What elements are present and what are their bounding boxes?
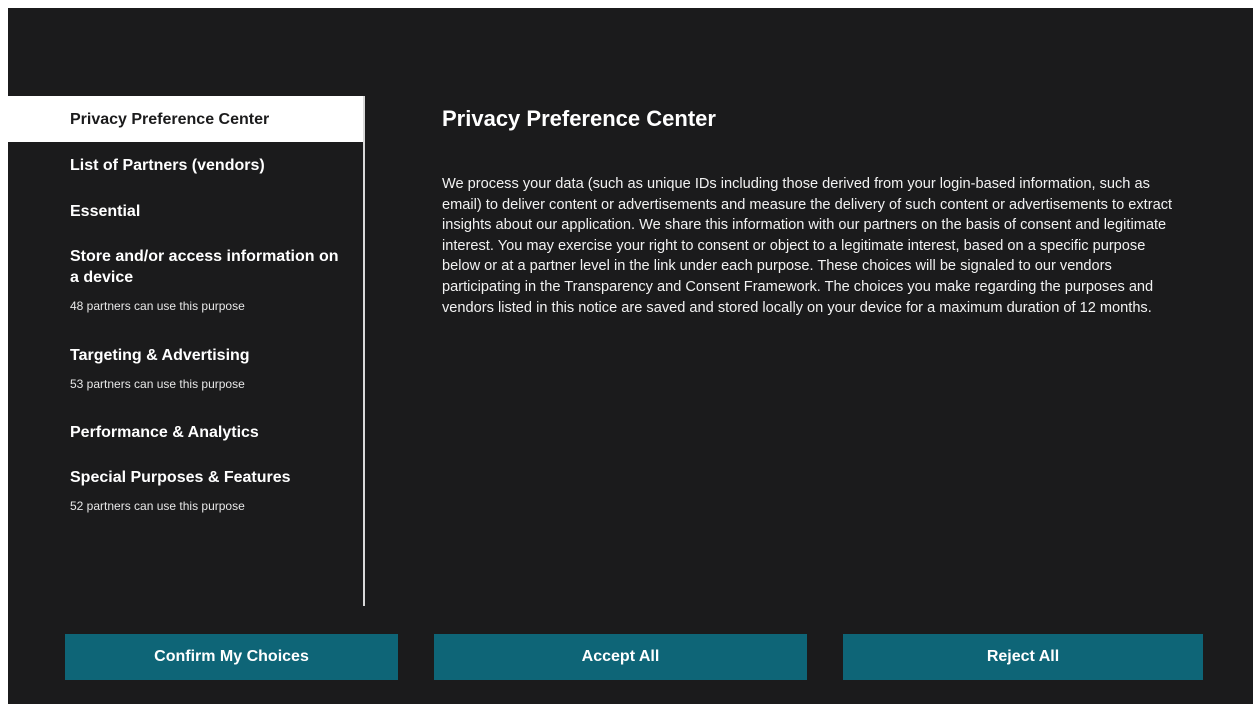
sidebar-item-performance-analytics[interactable]: Performance & Analytics bbox=[8, 422, 363, 443]
partner-count-text: 48 partners can use this purpose bbox=[70, 299, 245, 313]
sidebar-item-label: Privacy Preference Center bbox=[70, 110, 270, 128]
sidebar-item-special-purposes-features[interactable]: Special Purposes & Features 52 partners … bbox=[8, 467, 363, 514]
sidebar-nav: Privacy Preference Center List of Partne… bbox=[8, 96, 365, 608]
page-title: Privacy Preference Center bbox=[442, 106, 716, 131]
sidebar-item-store-access-information[interactable]: Store and/or access information on a dev… bbox=[8, 246, 363, 314]
sidebar-item-label: Essential bbox=[70, 203, 141, 220]
sidebar-item-label: Store and/or access information on a dev… bbox=[70, 248, 339, 286]
partner-count-text: 52 partners can use this purpose bbox=[70, 499, 245, 513]
sidebar-item-privacy-preference-center[interactable]: Privacy Preference Center bbox=[8, 96, 363, 142]
sidebar-item-label: Targeting & Advertising bbox=[70, 347, 250, 364]
partner-count-text: 53 partners can use this purpose bbox=[70, 377, 245, 391]
description-text: We process your data (such as unique IDs… bbox=[442, 176, 1173, 316]
confirm-my-choices-button[interactable]: Confirm My Choices bbox=[65, 634, 398, 680]
sidebar-item-targeting-advertising[interactable]: Targeting & Advertising 53 partners can … bbox=[8, 345, 363, 392]
sidebar-item-label: Special Purposes & Features bbox=[70, 469, 291, 486]
reject-all-button[interactable]: Reject All bbox=[843, 634, 1203, 680]
sidebar-item-label: List of Partners (vendors) bbox=[70, 157, 265, 174]
privacy-preference-screen: Privacy Preference Center List of Partne… bbox=[8, 8, 1253, 704]
sidebar-divider bbox=[363, 96, 365, 606]
accept-all-button[interactable]: Accept All bbox=[434, 634, 807, 680]
sidebar-item-essential[interactable]: Essential bbox=[8, 201, 363, 222]
content-panel: Privacy Preference Center We process you… bbox=[442, 104, 1182, 333]
sidebar-item-label: Performance & Analytics bbox=[70, 424, 259, 441]
sidebar-item-list-of-partners[interactable]: List of Partners (vendors) bbox=[8, 155, 363, 176]
